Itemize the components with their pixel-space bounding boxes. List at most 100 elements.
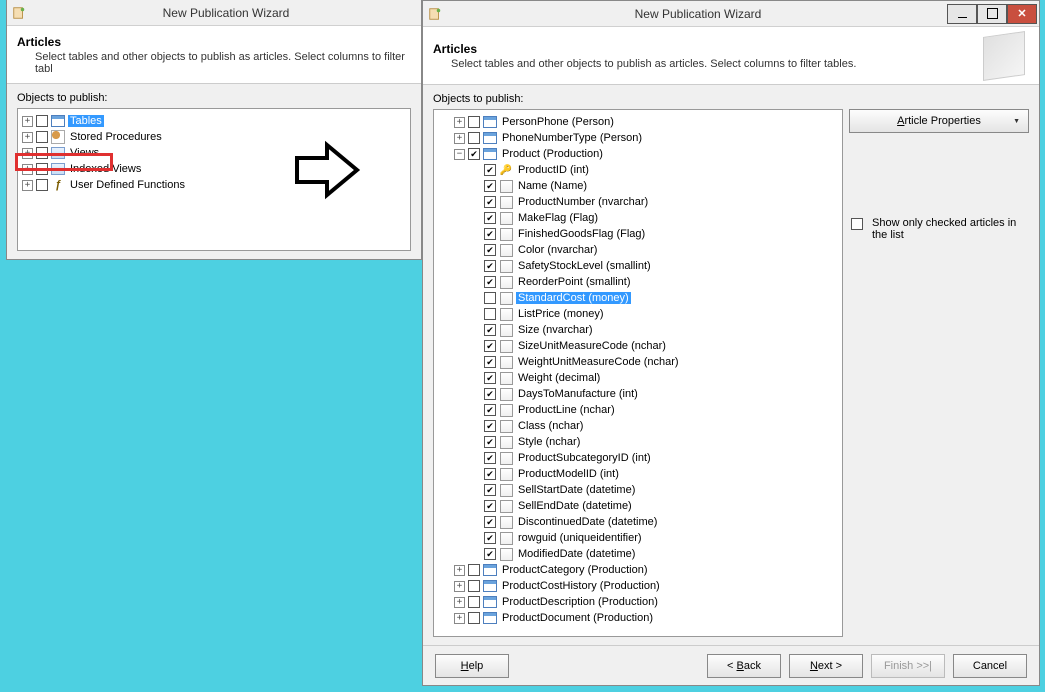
node-label[interactable]: PersonPhone (Person) — [500, 116, 616, 128]
show-checked-checkbox[interactable] — [851, 218, 863, 230]
node-label[interactable]: Views — [68, 147, 101, 159]
checkbox[interactable] — [36, 147, 48, 159]
checkbox[interactable] — [484, 260, 496, 272]
checkbox[interactable] — [468, 148, 480, 160]
node-label[interactable]: Product (Production) — [500, 148, 605, 160]
object-tree[interactable]: +PersonPhone (Person)+PhoneNumberType (P… — [433, 109, 843, 637]
table-node[interactable]: +PhoneNumberType (Person) — [436, 130, 840, 146]
show-checked-option[interactable]: Show only checked articles in the list — [849, 217, 1029, 241]
checkbox[interactable] — [484, 388, 496, 400]
checkbox[interactable] — [468, 596, 480, 608]
checkbox[interactable] — [36, 115, 48, 127]
expander-icon[interactable]: + — [454, 117, 465, 128]
checkbox[interactable] — [484, 500, 496, 512]
column-node[interactable]: ProductLine (nchar) — [436, 402, 840, 418]
node-label[interactable]: SellStartDate (datetime) — [516, 484, 637, 496]
titlebar[interactable]: New Publication Wizard — [7, 0, 421, 26]
checkbox[interactable] — [484, 180, 496, 192]
expander-icon[interactable]: + — [454, 565, 465, 576]
node-label[interactable]: ReorderPoint (smallint) — [516, 276, 632, 288]
column-node[interactable]: Size (nvarchar) — [436, 322, 840, 338]
checkbox[interactable] — [484, 372, 496, 384]
node-label[interactable]: Tables — [68, 115, 104, 127]
expander-icon[interactable]: + — [22, 148, 33, 159]
expander-icon[interactable]: + — [22, 164, 33, 175]
checkbox[interactable] — [484, 484, 496, 496]
node-label[interactable]: FinishedGoodsFlag (Flag) — [516, 228, 647, 240]
column-node[interactable]: SizeUnitMeasureCode (nchar) — [436, 338, 840, 354]
table-node[interactable]: + PersonPhone (Person) — [436, 114, 840, 130]
checkbox[interactable] — [484, 404, 496, 416]
node-label[interactable]: Stored Procedures — [68, 131, 164, 143]
column-node[interactable]: Class (nchar) — [436, 418, 840, 434]
expander-icon[interactable]: + — [22, 116, 33, 127]
node-label[interactable]: ProductCostHistory (Production) — [500, 580, 662, 592]
checkbox[interactable] — [468, 612, 480, 624]
node-label[interactable]: ProductID (int) — [516, 164, 591, 176]
column-node[interactable]: ProductNumber (nvarchar) — [436, 194, 840, 210]
column-node[interactable]: ReorderPoint (smallint) — [436, 274, 840, 290]
node-label[interactable]: Size (nvarchar) — [516, 324, 595, 336]
checkbox[interactable] — [36, 131, 48, 143]
checkbox[interactable] — [484, 292, 496, 304]
node-label[interactable]: ProductCategory (Production) — [500, 564, 650, 576]
table-node[interactable]: + ProductCategory (Production) — [436, 562, 840, 578]
column-node[interactable]: ProductModelID (int) — [436, 466, 840, 482]
column-node[interactable]: Weight (decimal) — [436, 370, 840, 386]
checkbox[interactable] — [484, 436, 496, 448]
checkbox[interactable] — [484, 548, 496, 560]
column-node[interactable]: Name (Name) — [436, 178, 840, 194]
node-label[interactable]: Style (nchar) — [516, 436, 582, 448]
table-node[interactable]: +ProductDocument (Production) — [436, 610, 840, 626]
checkbox[interactable] — [468, 564, 480, 576]
article-properties-button[interactable]: Article Properties — [849, 109, 1029, 133]
node-label[interactable]: SafetyStockLevel (smallint) — [516, 260, 653, 272]
maximize-button[interactable] — [977, 4, 1007, 24]
expander-icon[interactable]: + — [22, 132, 33, 143]
checkbox[interactable] — [484, 324, 496, 336]
node-label[interactable]: Indexed Views — [68, 163, 143, 175]
node-label[interactable]: ProductDescription (Production) — [500, 596, 660, 608]
node-label[interactable]: ProductLine (nchar) — [516, 404, 617, 416]
expander-icon[interactable]: + — [454, 581, 465, 592]
checkbox[interactable] — [484, 468, 496, 480]
table-node[interactable]: − Product (Production) — [436, 146, 840, 162]
expander-icon[interactable]: + — [22, 180, 33, 191]
table-node[interactable]: + ProductCostHistory (Production) — [436, 578, 840, 594]
checkbox[interactable] — [484, 532, 496, 544]
checkbox[interactable] — [484, 164, 496, 176]
checkbox[interactable] — [484, 228, 496, 240]
column-node[interactable]: WeightUnitMeasureCode (nchar) — [436, 354, 840, 370]
column-node[interactable]: SafetyStockLevel (smallint) — [436, 258, 840, 274]
node-label[interactable]: ProductNumber (nvarchar) — [516, 196, 650, 208]
minimize-button[interactable] — [947, 4, 977, 24]
node-label[interactable]: ProductDocument (Production) — [500, 612, 655, 624]
expander-icon[interactable]: + — [454, 597, 465, 608]
table-node[interactable]: + ProductDescription (Production) — [436, 594, 840, 610]
expander-icon[interactable]: − — [454, 149, 465, 160]
checkbox[interactable] — [484, 516, 496, 528]
cancel-button[interactable]: Cancel — [953, 654, 1027, 678]
column-node[interactable]: StandardCost (money) — [436, 290, 840, 306]
column-node[interactable]: FinishedGoodsFlag (Flag) — [436, 226, 840, 242]
node-label[interactable]: Color (nvarchar) — [516, 244, 599, 256]
node-label[interactable]: rowguid (uniqueidentifier) — [516, 532, 644, 544]
column-node[interactable]: Color (nvarchar) — [436, 242, 840, 258]
checkbox[interactable] — [468, 580, 480, 592]
titlebar[interactable]: New Publication Wizard — [423, 1, 1039, 27]
node-label[interactable]: Name (Name) — [516, 180, 589, 192]
column-node[interactable]: SellStartDate (datetime) — [436, 482, 840, 498]
node-label[interactable]: ProductModelID (int) — [516, 468, 621, 480]
node-label[interactable]: PhoneNumberType (Person) — [500, 132, 644, 144]
node-label[interactable]: MakeFlag (Flag) — [516, 212, 600, 224]
checkbox[interactable] — [484, 276, 496, 288]
column-node[interactable]: ProductSubcategoryID (int) — [436, 450, 840, 466]
node-label[interactable]: User Defined Functions — [68, 179, 187, 191]
close-button[interactable] — [1007, 4, 1037, 24]
node-label[interactable]: ModifiedDate (datetime) — [516, 548, 637, 560]
node-label[interactable]: DiscontinuedDate (datetime) — [516, 516, 659, 528]
column-node[interactable]: DaysToManufacture (int) — [436, 386, 840, 402]
node-label[interactable]: SizeUnitMeasureCode (nchar) — [516, 340, 668, 352]
node-label[interactable]: Weight (decimal) — [516, 372, 602, 384]
column-node[interactable]: Style (nchar) — [436, 434, 840, 450]
